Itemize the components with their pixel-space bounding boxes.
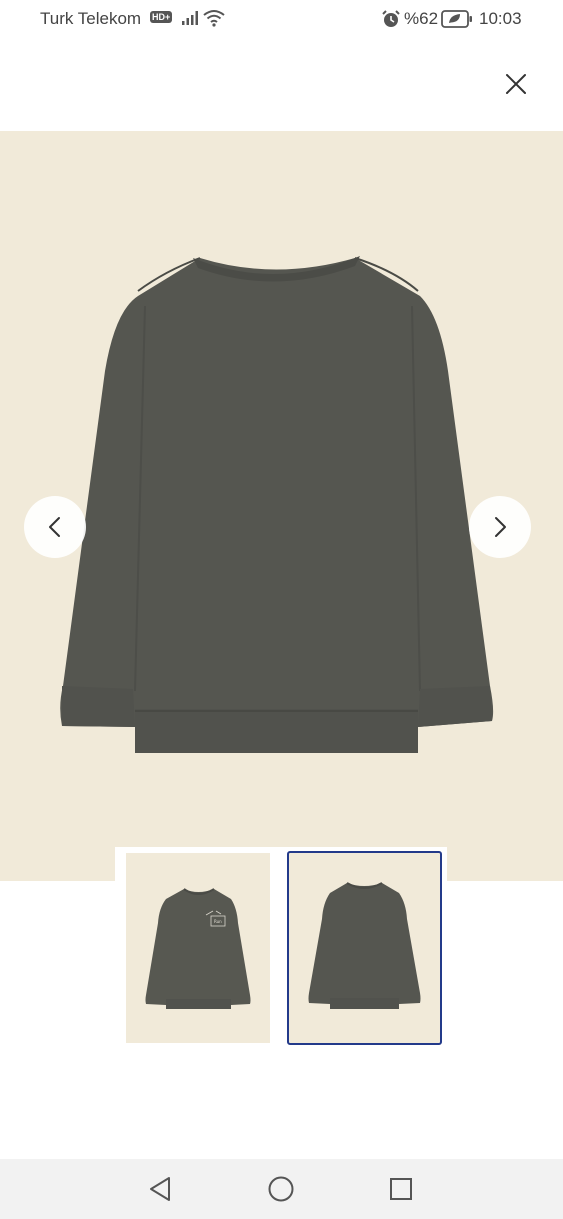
svg-text:Run: Run [214,919,222,924]
product-main-image[interactable] [0,131,563,881]
wifi-icon [203,10,225,27]
alarm-icon [382,10,400,27]
close-button[interactable] [500,68,532,100]
system-navigation-bar [0,1159,563,1219]
sweatshirt-back-thumb-image [308,882,421,1009]
hd-badge: HD+ [150,11,173,23]
back-button[interactable] [144,1173,176,1205]
battery-icon [441,10,472,28]
chevron-right-icon [495,517,506,537]
close-icon [506,74,526,94]
status-bar: Turk Telekom HD+ %62 10:03 [0,0,563,40]
battery-percent: %62 [404,9,439,28]
signal-icon [182,11,198,25]
triangle-back-icon [150,1177,170,1201]
next-image-button[interactable] [469,496,531,558]
home-button[interactable] [265,1173,297,1205]
thumbnail-front[interactable]: Run [126,853,270,1043]
circle-home-icon [268,1176,294,1202]
sweatshirt-front-image: Run [145,888,251,1009]
thumbnail-strip: Run [115,847,447,1047]
clock: 10:03 [479,9,522,28]
thumbnail-back-selected[interactable] [287,851,442,1045]
chevron-left-icon [49,517,60,537]
square-recents-icon [390,1178,412,1200]
carrier-name: Turk Telekom [40,9,142,28]
previous-image-button[interactable] [24,496,86,558]
recent-apps-button[interactable] [385,1173,417,1205]
